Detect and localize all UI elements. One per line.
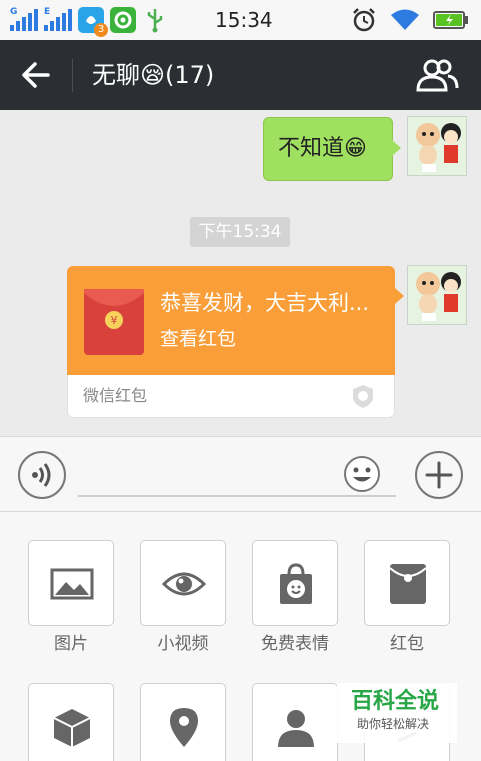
- voice-wave-icon: [32, 463, 51, 487]
- chat-title-bar: 无聊😪(17): [0, 40, 481, 110]
- red-packet-title: 恭喜发财，大吉大利...: [160, 291, 370, 315]
- group-members-icon: [416, 59, 459, 92]
- chat-title: 无聊😪(17): [92, 61, 215, 89]
- person-icon: [278, 710, 314, 747]
- red-packet-footer-label: 微信红包: [83, 386, 148, 405]
- features-panel: 图片 小视频 免费表情 红包 百科全说 助你轻松解决: [0, 512, 481, 761]
- back-button[interactable]: [18, 59, 54, 91]
- status-time: 15:34: [215, 8, 273, 32]
- usb-icon: [142, 7, 168, 33]
- watermark-tagline: 助你轻松解决: [357, 717, 430, 731]
- image-icon: [50, 568, 94, 600]
- avatar[interactable]: [407, 116, 467, 176]
- signal-icon-2: E: [44, 7, 72, 31]
- more-features-button[interactable]: [415, 451, 463, 499]
- cartoon-kids-avatar-image: [408, 266, 466, 324]
- watermark-brand: 百科全说: [351, 689, 440, 714]
- time-divider: 下午15:34: [190, 217, 290, 247]
- status-left-icons: G E 3: [10, 6, 168, 37]
- title-divider: [72, 59, 73, 92]
- panel-item-cube[interactable]: [28, 683, 114, 761]
- red-packet-message[interactable]: ¥ 恭喜发财，大吉大利... 查看红包 微信红包: [67, 266, 404, 418]
- red-packet-icon: [389, 564, 427, 604]
- avatar[interactable]: [407, 265, 467, 325]
- panel-label-stickers: 免费表情: [261, 634, 329, 654]
- message-input-bar: [0, 436, 481, 512]
- panel-item-red-packet[interactable]: [364, 540, 450, 626]
- red-packet-footer: 微信红包: [67, 375, 395, 418]
- signal-1-tag: G: [10, 7, 18, 17]
- emoji-button[interactable]: [343, 455, 381, 493]
- panel-label-red-packet: 红包: [390, 634, 424, 654]
- svg-text:¥: ¥: [111, 314, 118, 327]
- battery-icon: [433, 11, 468, 29]
- panel-item-video[interactable]: [140, 540, 226, 626]
- red-packet-body[interactable]: ¥ 恭喜发财，大吉大利... 查看红包: [67, 266, 404, 375]
- panel-label-video: 小视频: [157, 634, 209, 654]
- plus-icon: [425, 461, 453, 489]
- group-members-button[interactable]: [415, 58, 459, 92]
- red-packet-action: 查看红包: [160, 328, 237, 350]
- wechat-pay-logo-icon: [353, 385, 373, 408]
- location-pin-icon: [170, 708, 198, 747]
- red-envelope-icon: ¥: [84, 289, 144, 355]
- cube-icon: [53, 709, 91, 747]
- eye-icon: [162, 572, 206, 596]
- back-arrow-icon: [22, 62, 50, 88]
- status-right-icons: [351, 6, 469, 34]
- sync-app-icon: [110, 7, 136, 33]
- signal-2-tag: E: [44, 7, 51, 17]
- wifi-icon: [391, 9, 419, 30]
- signal-icon-1: G: [10, 7, 38, 31]
- panel-item-image[interactable]: [28, 540, 114, 626]
- notification-app-icon: 3: [78, 7, 108, 37]
- alarm-clock-icon: [353, 8, 375, 32]
- smiley-face-icon: [344, 456, 380, 492]
- voice-input-button[interactable]: [18, 451, 66, 499]
- watermark: 百科全说 助你轻松解决: [337, 683, 457, 743]
- panel-label-image: 图片: [54, 634, 88, 654]
- outgoing-message-bubble[interactable]: 不知道😁: [263, 117, 401, 181]
- cartoon-kids-avatar-image: [408, 117, 466, 175]
- panel-item-location[interactable]: [140, 683, 226, 761]
- status-bar: G E 3 15:34: [0, 0, 481, 40]
- panel-item-contact-card[interactable]: [252, 683, 338, 761]
- panel-item-stickers[interactable]: [252, 540, 338, 626]
- sticker-bag-icon: [280, 563, 312, 604]
- notification-badge: 3: [94, 23, 108, 37]
